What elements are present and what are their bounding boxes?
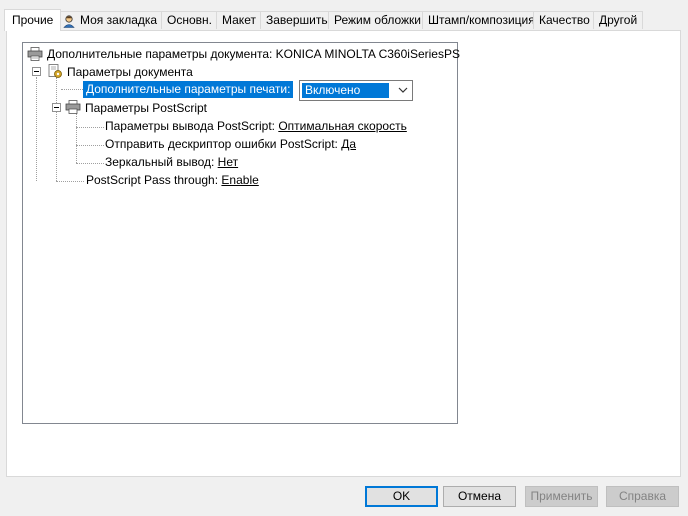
mirror-label: Зеркальный вывод: bbox=[105, 155, 215, 169]
chevron-down-icon bbox=[397, 84, 409, 96]
tree-connector bbox=[76, 127, 104, 129]
collapse-toggle[interactable] bbox=[52, 103, 61, 112]
tab-label: Прочие bbox=[12, 13, 54, 27]
tab-other[interactable]: Другой bbox=[593, 11, 644, 29]
tab-basic[interactable]: Основн. bbox=[161, 11, 218, 29]
tree-root-label: Дополнительные параметры документа: KONI… bbox=[47, 47, 460, 61]
tree-connector bbox=[56, 181, 84, 183]
tree-root[interactable]: Дополнительные параметры документа: KONI… bbox=[47, 45, 460, 63]
tab-label: Основн. bbox=[167, 13, 212, 27]
advanced-options-tree[interactable]: Дополнительные параметры документа: KONI… bbox=[22, 42, 460, 424]
document-params-label: Параметры документа bbox=[67, 65, 193, 79]
tab-other-misc[interactable]: Прочие bbox=[4, 9, 62, 31]
printer-icon bbox=[27, 47, 43, 61]
apply-button[interactable]: Применить bbox=[525, 486, 598, 507]
advanced-print-features-label[interactable]: Дополнительные параметры печати: bbox=[83, 81, 294, 98]
cancel-button[interactable]: Отмена bbox=[443, 486, 516, 507]
collapse-toggle[interactable] bbox=[32, 67, 41, 76]
ps-output-value: Оптимальная скорость bbox=[278, 119, 407, 133]
ps-passthrough-option[interactable]: PostScript Pass through: Enable bbox=[86, 171, 259, 189]
tab-label: Завершить bbox=[266, 13, 328, 27]
tab-strip: Прочие Моя закладка Основн. Макет Заверш… bbox=[4, 9, 684, 31]
document-settings-icon bbox=[47, 64, 63, 78]
tab-label: Макет bbox=[222, 13, 256, 27]
tab-finishing[interactable]: Завершить bbox=[260, 11, 334, 29]
advanced-print-features-dropdown[interactable]: Включено bbox=[299, 80, 413, 101]
tab-layout[interactable]: Макет bbox=[216, 11, 262, 29]
tab-label: Моя закладка bbox=[80, 13, 158, 27]
tree-connector bbox=[61, 89, 83, 91]
ps-output-label: Параметры вывода PostScript: bbox=[105, 119, 275, 133]
tab-stamp-composition[interactable]: Штамп/композиция bbox=[422, 11, 541, 29]
tree-document-params[interactable]: Параметры документа bbox=[67, 63, 193, 81]
tab-my-tab[interactable]: Моя закладка bbox=[56, 11, 164, 29]
ps-error-handler-option[interactable]: Отправить дескриптор ошибки PostScript: … bbox=[105, 135, 356, 153]
help-button[interactable]: Справка bbox=[606, 486, 679, 507]
tab-label: Качество bbox=[539, 13, 590, 27]
tab-quality[interactable]: Качество bbox=[533, 11, 596, 29]
ps-output-option[interactable]: Параметры вывода PostScript: Оптимальная… bbox=[105, 117, 407, 135]
postscript-params-label: Параметры PostScript bbox=[85, 101, 207, 115]
ps-error-value: Да bbox=[341, 137, 357, 151]
tree-connector bbox=[56, 77, 58, 181]
tab-cover-mode[interactable]: Режим обложки bbox=[328, 11, 427, 29]
tree-postscript-params[interactable]: Параметры PostScript bbox=[85, 99, 207, 117]
mirror-value: Нет bbox=[217, 155, 239, 169]
tree-connector bbox=[76, 113, 78, 163]
tab-label: Штамп/композиция bbox=[428, 13, 535, 27]
passthrough-label: PostScript Pass through: bbox=[86, 173, 219, 187]
ok-button[interactable]: OK bbox=[365, 486, 438, 507]
user-icon bbox=[62, 14, 76, 28]
ps-error-label: Отправить дескриптор ошибки PostScript: bbox=[105, 137, 338, 151]
mirror-output-option[interactable]: Зеркальный вывод: Нет bbox=[105, 153, 238, 171]
tab-label: Режим обложки bbox=[334, 13, 421, 27]
tree-connector bbox=[76, 145, 104, 147]
tree-connector bbox=[36, 77, 38, 181]
tree-connector bbox=[76, 163, 104, 165]
passthrough-value: Enable bbox=[221, 173, 259, 187]
printer-icon bbox=[65, 100, 81, 114]
dropdown-selected-value: Включено bbox=[302, 83, 389, 98]
tab-label: Другой bbox=[599, 13, 638, 27]
